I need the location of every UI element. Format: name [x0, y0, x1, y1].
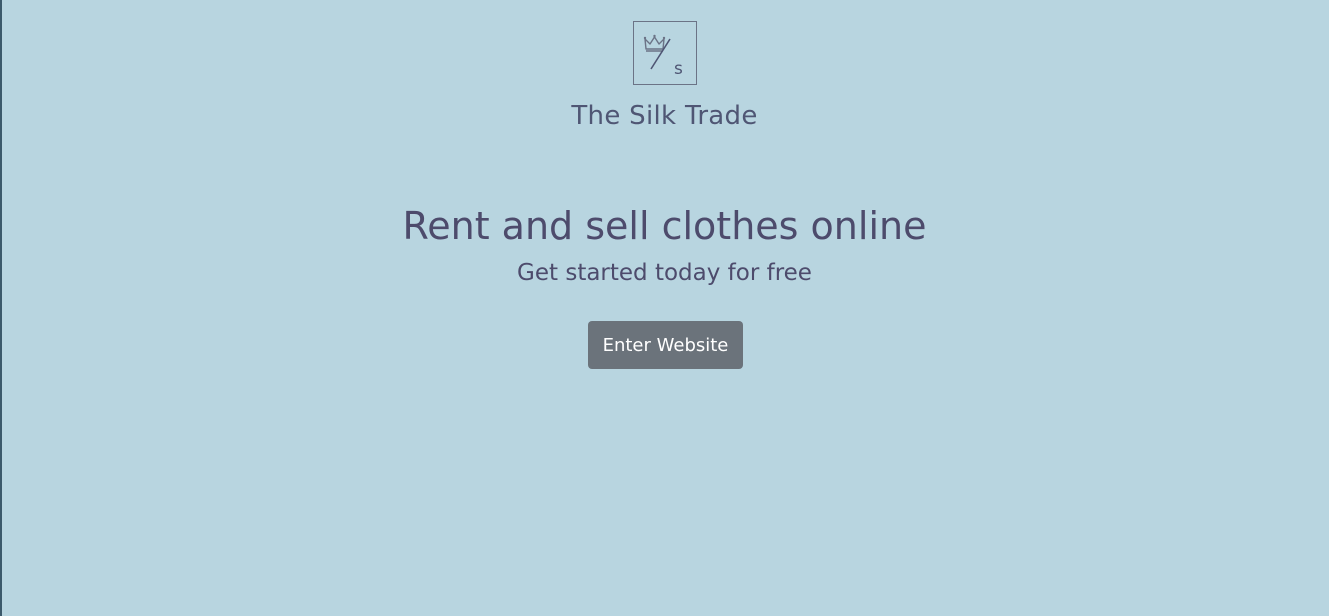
logo-letter: s — [674, 59, 683, 79]
crown-icon: s — [643, 34, 683, 79]
hero-subhead: Get started today for free — [517, 260, 812, 286]
brand-name: The Silk Trade — [571, 101, 758, 131]
enter-website-button[interactable]: Enter Website — [588, 321, 743, 369]
window-left-border — [0, 0, 2, 616]
hero-headline: Rent and sell clothes online — [402, 204, 927, 248]
brand-logo: s — [633, 21, 697, 85]
